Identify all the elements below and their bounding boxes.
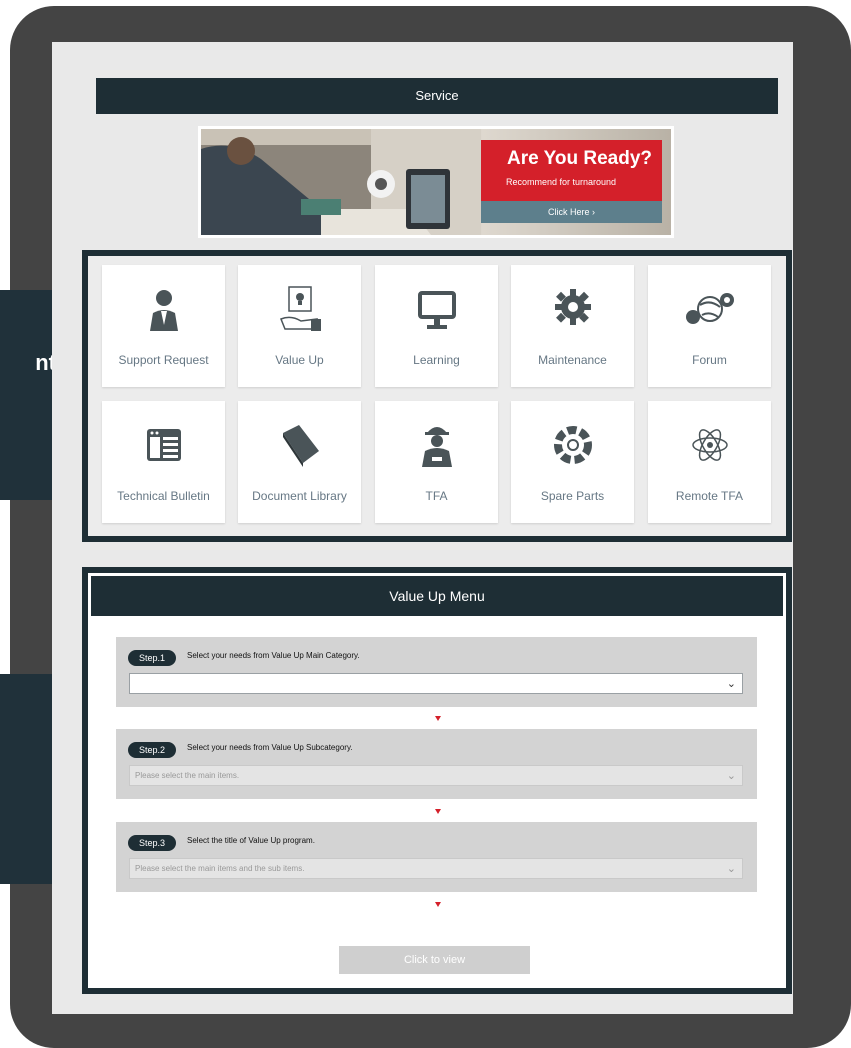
select-value: Please select the main items.	[135, 771, 240, 780]
banner-subline: Recommend for turnaround	[506, 177, 617, 187]
tile-label: Forum	[692, 353, 727, 367]
main-category-select[interactable]: ⌄	[129, 673, 743, 694]
select-value: Please select the main items and the sub…	[135, 864, 305, 873]
banner-headline: Are You Ready?	[507, 148, 653, 169]
tile-label: Value Up	[275, 353, 324, 367]
tile-technical-bulletin[interactable]: Technical Bulletin	[102, 401, 225, 523]
step-badge: Step.2	[128, 742, 176, 758]
tile-maintenance[interactable]: Maintenance	[511, 265, 634, 387]
book-icon	[238, 421, 361, 471]
subcategory-select[interactable]: Please select the main items. ⌄	[129, 765, 743, 786]
technician-icon	[375, 421, 498, 471]
value-up-menu: Value Up Menu Step.1 Select your needs f…	[82, 567, 792, 994]
step-badge: Step.3	[128, 835, 176, 851]
step-description: Select your needs from Value Up Main Cat…	[187, 651, 360, 660]
chevron-down-icon: ⌄	[726, 770, 736, 782]
promo-banner[interactable]: Are You Ready? Recommend for turnaround …	[198, 126, 674, 238]
chevron-down-icon: ⌄	[726, 863, 736, 875]
monitor-icon	[375, 285, 498, 335]
person-suit-icon	[102, 285, 225, 335]
step-3-panel: Step.3 Select the title of Value Up prog…	[116, 822, 757, 892]
globe-chat-icon	[648, 285, 771, 335]
chevron-down-icon: ⌄	[726, 678, 736, 690]
step-2-panel: Step.2 Select your needs from Value Up S…	[116, 729, 757, 799]
service-header: Service	[96, 78, 778, 114]
service-tile-grid: Support Request Value Up Learning Mainte…	[82, 250, 792, 542]
step-description: Select the title of Value Up program.	[187, 836, 315, 845]
banner-illustration	[201, 129, 481, 235]
bulletin-icon	[102, 421, 225, 471]
callout-top: nt	[0, 290, 78, 500]
tile-label: Document Library	[252, 489, 347, 503]
step-arrow-icon	[435, 902, 441, 907]
banner-callout: Are You Ready? Recommend for turnaround	[481, 140, 662, 201]
program-title-select[interactable]: Please select the main items and the sub…	[129, 858, 743, 879]
step-arrow-icon	[435, 809, 441, 814]
tile-tfa[interactable]: TFA	[375, 401, 498, 523]
tile-label: TFA	[425, 489, 448, 503]
parts-ring-icon	[511, 421, 634, 471]
tile-value-up[interactable]: Value Up	[238, 265, 361, 387]
click-to-view-button[interactable]: Click to view	[339, 946, 530, 974]
banner-click-button[interactable]: Click Here ›	[481, 201, 662, 223]
step-badge: Step.1	[128, 650, 176, 666]
tile-remote-tfa[interactable]: Remote TFA	[648, 401, 771, 523]
step-1-panel: Step.1 Select your needs from Value Up M…	[116, 637, 757, 707]
step-description: Select your needs from Value Up Subcateg…	[187, 743, 353, 752]
tile-label: Learning	[413, 353, 460, 367]
tile-label: Spare Parts	[540, 489, 605, 503]
value-up-menu-title: Value Up Menu	[91, 576, 783, 616]
tile-label: Maintenance	[538, 353, 607, 367]
step-arrow-icon	[435, 716, 441, 721]
tile-forum[interactable]: Forum	[648, 265, 771, 387]
tile-support-request[interactable]: Support Request	[102, 265, 225, 387]
atom-icon	[648, 421, 771, 471]
tile-label: Support Request	[118, 353, 209, 367]
tile-document-library[interactable]: Document Library	[238, 401, 361, 523]
tile-learning[interactable]: Learning	[375, 265, 498, 387]
banner-photo: Are You Ready? Recommend for turnaround …	[201, 129, 671, 235]
tile-label: Technical Bulletin	[117, 489, 210, 503]
tile-spare-parts[interactable]: Spare Parts	[511, 401, 634, 523]
tile-label: Remote TFA	[675, 489, 744, 503]
gear-icon	[511, 285, 634, 335]
screen: Service Are You Ready? Recommend for tur…	[52, 42, 793, 1014]
callout-bottom	[0, 674, 78, 884]
lightbulb-hand-icon	[238, 285, 361, 335]
